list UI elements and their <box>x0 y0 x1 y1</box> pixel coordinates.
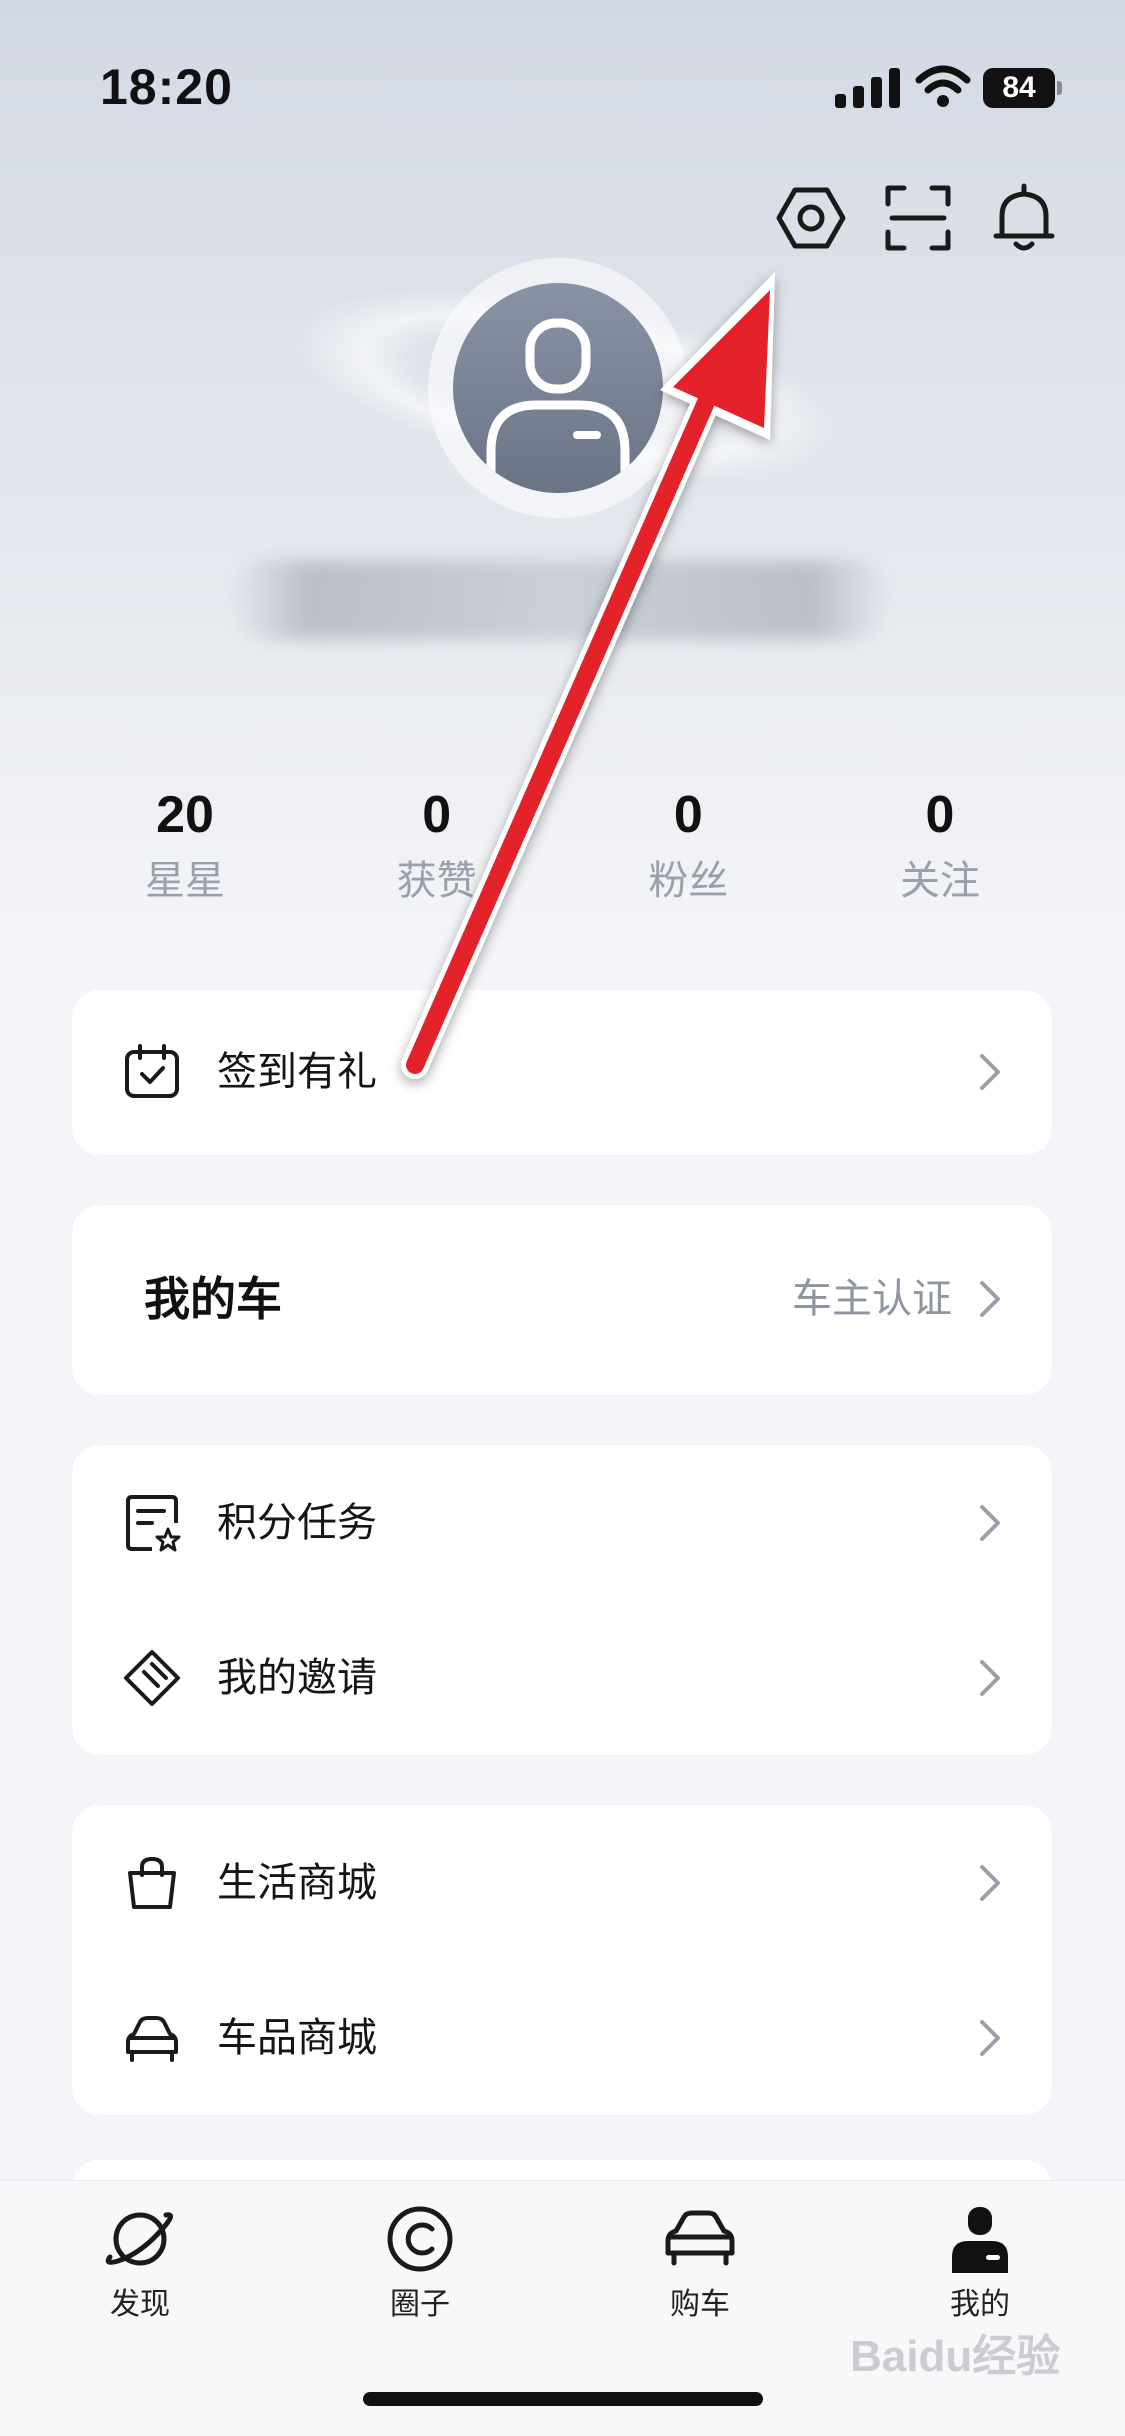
watermark: Baidu经验 <box>850 2332 1061 2381</box>
signin-label: 签到有礼 <box>217 1049 377 1095</box>
profile-icon <box>952 2207 1008 2273</box>
tab-label: 圈子 <box>390 2287 450 2322</box>
stat-following[interactable]: 0 关注 <box>815 785 1065 915</box>
circle-icon <box>387 2206 453 2272</box>
signin-row[interactable]: 签到有礼 <box>72 994 1052 1150</box>
ticket-icon <box>122 1648 182 1708</box>
settings-icon[interactable] <box>775 182 847 254</box>
status-bar: 18:20 84 <box>0 0 1125 150</box>
stat-value: 0 <box>673 786 703 844</box>
stat-label: 星星 <box>145 858 225 904</box>
stat-likes[interactable]: 0 获赞 <box>312 785 562 915</box>
status-time: 18:20 <box>100 59 233 115</box>
battery-level: 84 <box>983 68 1055 108</box>
home-indicator <box>363 2392 763 2406</box>
my-invite-label: 我的邀请 <box>217 1655 377 1701</box>
stat-label: 获赞 <box>396 858 477 904</box>
battery-indicator: 84 <box>983 68 1063 108</box>
stat-label: 关注 <box>899 858 980 904</box>
car-goods-mall-row[interactable]: 车品商城 <box>72 1960 1052 2116</box>
owner-verify-link[interactable]: 车主认证 <box>792 1273 952 1325</box>
wifi-icon <box>915 64 971 108</box>
chevron-right-icon <box>968 1501 1012 1545</box>
tab-label: 购车 <box>670 2287 730 2322</box>
shops-card: 生活商城 车品商城 <box>72 1805 1052 2115</box>
tab-circle[interactable]: 圈子 <box>340 2201 500 2325</box>
planet-icon <box>105 2212 173 2266</box>
tab-label: 发现 <box>110 2287 170 2322</box>
my-car-card[interactable]: 我的车 车主认证 <box>72 1205 1052 1395</box>
stat-fans[interactable]: 0 粉丝 <box>563 785 813 915</box>
my-invite-row[interactable]: 我的邀请 <box>72 1600 1052 1756</box>
profile-stats: 20 星星 0 获赞 0 粉丝 0 关注 <box>60 785 1065 915</box>
calendar-check-icon <box>122 1042 182 1102</box>
chevron-right-icon <box>968 1861 1012 1905</box>
scan-icon[interactable] <box>882 182 954 254</box>
chevron-right-icon <box>968 1656 1012 1700</box>
car-icon <box>665 2210 735 2266</box>
chevron-right-icon <box>968 2016 1012 2060</box>
points-task-label: 积分任务 <box>217 1500 377 1546</box>
car-icon <box>122 2008 182 2068</box>
stat-value: 0 <box>422 786 452 844</box>
my-car-title: 我的车 <box>144 1272 282 1326</box>
stat-stars[interactable]: 20 星星 <box>60 785 310 915</box>
task-list-icon <box>122 1493 182 1553</box>
stat-value: 20 <box>156 786 214 844</box>
tasks-card: 积分任务 我的邀请 <box>72 1445 1052 1755</box>
life-mall-label: 生活商城 <box>217 1860 377 1906</box>
username-blurred <box>230 560 890 640</box>
signin-card: 签到有礼 <box>72 990 1052 1155</box>
life-mall-row[interactable]: 生活商城 <box>72 1805 1052 1961</box>
cellular-signal-icon <box>835 68 901 108</box>
shopping-bag-icon <box>122 1853 182 1913</box>
stat-value: 0 <box>925 786 955 844</box>
points-task-row[interactable]: 积分任务 <box>72 1445 1052 1601</box>
bell-icon[interactable] <box>988 182 1060 254</box>
car-goods-mall-label: 车品商城 <box>217 2015 377 2061</box>
avatar[interactable] <box>453 283 663 493</box>
chevron-right-icon <box>968 1050 1012 1094</box>
tab-buy-car[interactable]: 购车 <box>620 2201 780 2325</box>
chevron-right-icon <box>968 1277 1012 1321</box>
tab-label: 我的 <box>950 2287 1010 2322</box>
tab-discover[interactable]: 发现 <box>60 2201 220 2325</box>
tab-mine[interactable]: 我的 <box>900 2201 1060 2325</box>
battery-nub <box>1057 81 1062 95</box>
stat-label: 粉丝 <box>648 858 729 904</box>
